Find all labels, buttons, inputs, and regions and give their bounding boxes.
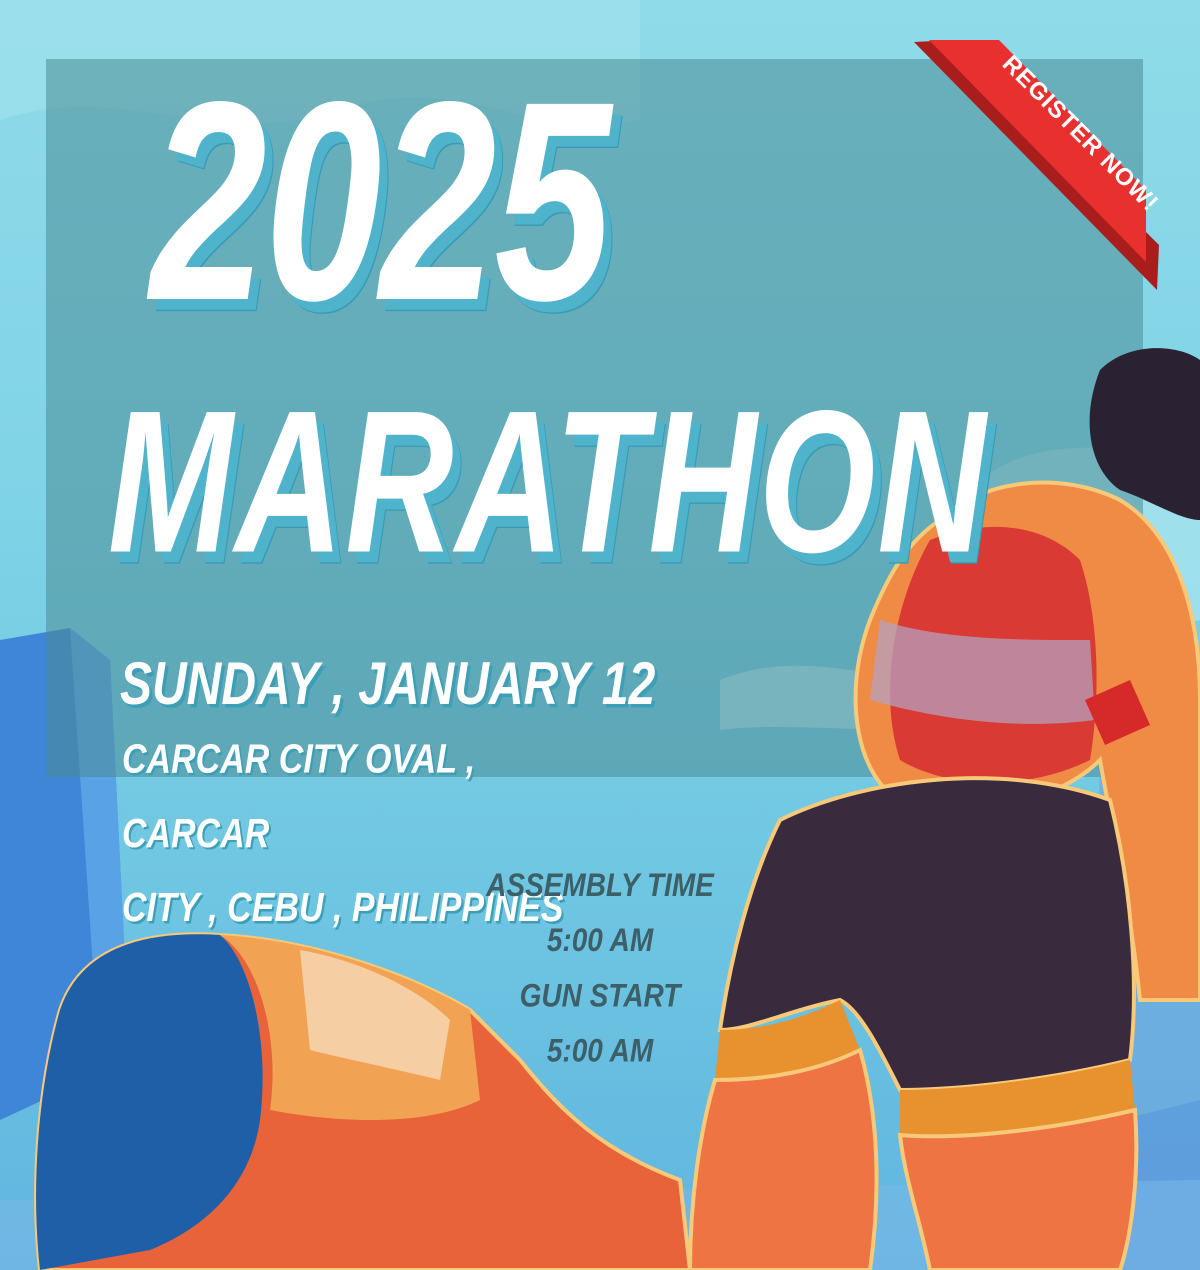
gun-start-value: 5:00 AM	[546, 1032, 654, 1069]
headline-year: 2025	[150, 42, 611, 360]
marathon-poster: REGISTER NOW! 2025 MARATHON SUNDAY , JAN…	[0, 0, 1200, 1270]
assembly-time-value: 5:00 AM	[546, 922, 654, 959]
event-date: SUNDAY , JANUARY 12	[120, 651, 656, 718]
venue-line-1: CARCAR CITY OVAL , CARCAR	[122, 736, 476, 857]
assembly-time-label: ASSEMBLY TIME	[486, 867, 714, 903]
gun-start-label: GUN START	[519, 977, 681, 1014]
headline-event: MARATHON	[108, 367, 988, 595]
event-schedule: ASSEMBLY TIME 5:00 AM GUN START 5:00 AM	[470, 858, 730, 1079]
